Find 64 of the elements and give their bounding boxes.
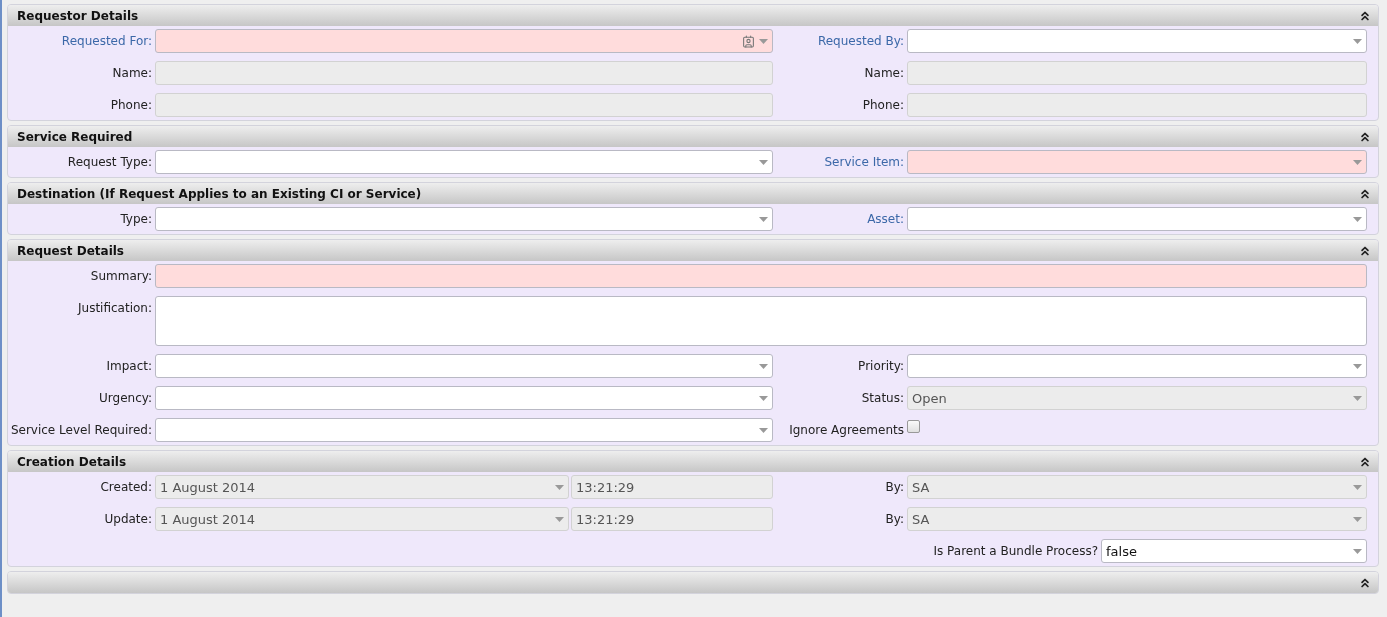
- caret-icon: [1353, 216, 1362, 222]
- section-title: Destination (If Request Applies to an Existing CI or Service): [17, 186, 422, 201]
- contact-card-icon[interactable]: [742, 34, 755, 48]
- field-label: Status:: [861, 390, 904, 405]
- field-label: Name:: [864, 65, 904, 80]
- section-header[interactable]: Destination (If Request Applies to an Existing CI or Service): [8, 183, 1378, 204]
- dropdown-field[interactable]: [155, 207, 773, 231]
- dropdown-field[interactable]: [155, 386, 773, 410]
- field-label: Type:: [120, 211, 152, 226]
- field-label: Name:: [112, 65, 152, 80]
- dropdown-field[interactable]: [907, 29, 1367, 53]
- field-label[interactable]: Requested By:: [817, 29, 904, 48]
- field-label: By:: [885, 511, 904, 526]
- caret-icon: [1353, 484, 1362, 490]
- field-label: Impact:: [106, 358, 152, 373]
- caret-icon: [759, 427, 768, 433]
- caret-icon: [759, 159, 768, 165]
- caret-icon: [759, 363, 768, 369]
- field-label: Phone:: [110, 97, 152, 112]
- caret-icon: [555, 484, 564, 490]
- caret-icon: [1353, 548, 1362, 554]
- caret-icon: [1353, 395, 1362, 401]
- field-label: Priority:: [858, 358, 904, 373]
- dropdown-field[interactable]: false: [1101, 539, 1367, 563]
- field-label: Created:: [100, 479, 152, 494]
- text-area[interactable]: [155, 296, 1367, 346]
- section-header[interactable]: Requestor Details: [8, 5, 1378, 26]
- text-field[interactable]: [155, 264, 1367, 288]
- dropdown-field[interactable]: [155, 150, 773, 174]
- caret-icon: [555, 516, 564, 522]
- caret-icon: [1353, 159, 1362, 165]
- field-label: By:: [885, 479, 904, 494]
- field-label: Phone:: [862, 97, 904, 112]
- caret-icon: [759, 38, 768, 44]
- section-title: Request Details: [17, 243, 124, 258]
- caret-icon: [1353, 38, 1362, 44]
- section-title: Requestor Details: [17, 8, 139, 23]
- caret-icon: [759, 395, 768, 401]
- field-label[interactable]: Asset:: [867, 207, 904, 226]
- field-label: Justification:: [78, 300, 152, 315]
- dropdown-field[interactable]: [907, 150, 1367, 174]
- field-label: Request Type:: [67, 154, 152, 169]
- checkbox-label: Ignore Agreements: [789, 422, 904, 437]
- dropdown-field[interactable]: [907, 354, 1367, 378]
- lookup-field[interactable]: [155, 29, 773, 53]
- dropdown-field[interactable]: [155, 418, 773, 442]
- field-label: Service Level Required:: [10, 422, 152, 437]
- field-label: Summary:: [90, 268, 152, 283]
- section-header[interactable]: Service Required: [8, 126, 1378, 147]
- caret-icon: [1353, 516, 1362, 522]
- checkbox[interactable]: [907, 420, 920, 433]
- section-title: Creation Details: [17, 454, 127, 469]
- section-header[interactable]: Creation Details: [8, 451, 1378, 472]
- dropdown-field[interactable]: [907, 207, 1367, 231]
- caret-icon: [1353, 363, 1362, 369]
- dropdown-field[interactable]: [155, 354, 773, 378]
- field-label: Update:: [104, 511, 152, 526]
- section-title: Service Required: [17, 129, 133, 144]
- field-label[interactable]: Requested For:: [61, 29, 152, 48]
- field-label: Is Parent a Bundle Process?: [933, 543, 1098, 560]
- field-label[interactable]: Service Item:: [824, 150, 904, 169]
- section-header[interactable]: Request Details: [8, 240, 1378, 261]
- caret-icon: [759, 216, 768, 222]
- field-label: Urgency:: [99, 390, 152, 405]
